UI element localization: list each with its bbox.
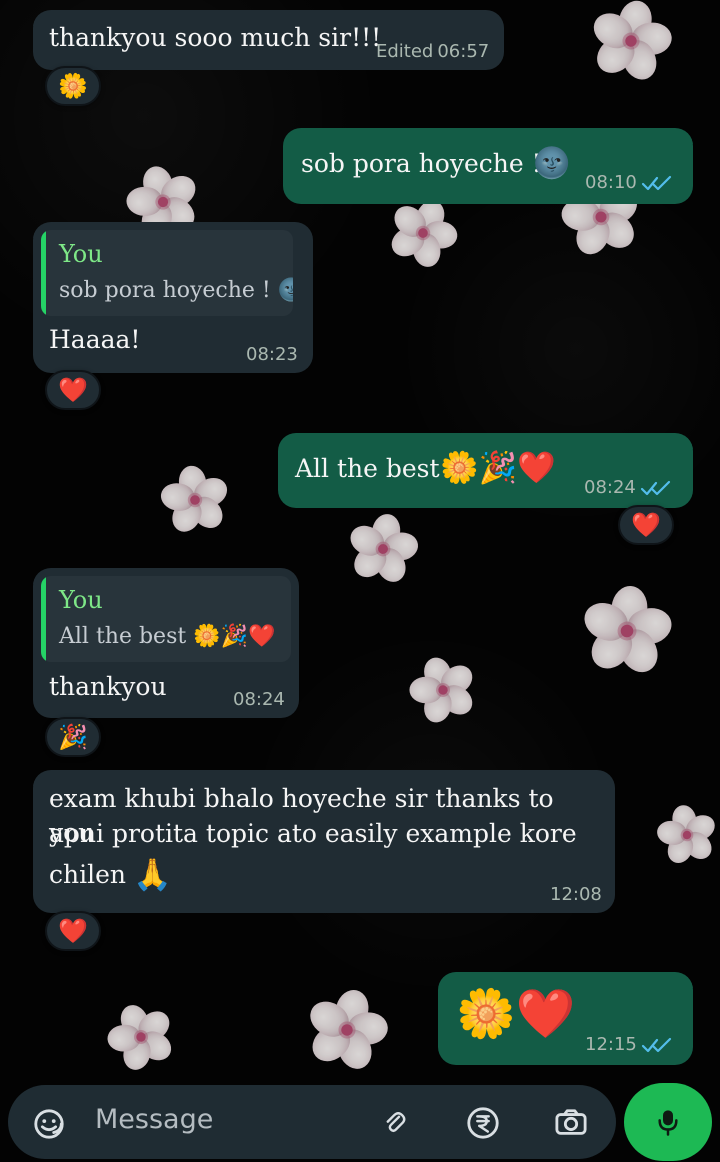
outgoing-message-bubble[interactable]: sob pora hoyeche ! 🌚 08:10	[283, 128, 693, 204]
outgoing-message-bubble[interactable]: 🌼❤️ 12:15	[438, 972, 693, 1065]
message-line: apni protita topic ato easily example ko…	[49, 819, 577, 848]
message-time: 08:24	[584, 477, 636, 498]
message-text: thankyou sooo much sir!!!	[49, 23, 382, 52]
message-text: Haaaa!	[49, 325, 141, 354]
message-meta: Edited 06:57	[376, 41, 489, 62]
double-check-icon	[641, 1037, 671, 1052]
reply-preview[interactable]: You All the best 🌼🎉❤️	[41, 576, 291, 662]
message-meta: 08:10	[585, 172, 673, 193]
message-line: chilen	[49, 860, 126, 889]
microphone-icon	[658, 1110, 678, 1136]
message-time: 08:24	[233, 689, 285, 710]
message-meta: 08:23	[246, 344, 298, 365]
wallpaper-flower	[340, 506, 425, 591]
reply-text: sob pora hoyeche ! 🌚	[59, 278, 293, 303]
new-moon-face-emoji-icon: 🌚	[533, 146, 571, 181]
wallpaper-flower	[295, 978, 399, 1082]
reply-message-text: sob pora hoyeche !	[59, 278, 271, 303]
message-reaction[interactable]: ❤️	[618, 505, 674, 545]
paperclip-icon[interactable]	[380, 1106, 410, 1142]
incoming-reply-bubble[interactable]: You sob pora hoyeche ! 🌚 Haaaa! 08:23	[33, 222, 313, 373]
message-time: 12:08	[550, 884, 602, 905]
message-meta: 08:24	[584, 477, 672, 498]
emoji-icon[interactable]	[31, 1106, 67, 1142]
incoming-message-bubble[interactable]: thankyou sooo much sir!!! Edited 06:57	[33, 10, 504, 70]
wallpaper-flower	[575, 579, 679, 683]
wallpaper-flower	[580, 0, 681, 92]
party-popper-emoji-icon: 🎉	[58, 723, 88, 751]
heart-emoji-icon: ❤️	[58, 917, 88, 945]
new-moon-face-emoji-icon: 🌚	[277, 278, 293, 303]
message-text: All the best	[295, 454, 440, 483]
camera-icon[interactable]	[552, 1106, 590, 1140]
edited-label: Edited	[376, 41, 434, 62]
message-time: 12:15	[585, 1034, 637, 1055]
message-input-placeholder[interactable]: Message	[95, 1104, 213, 1135]
message-meta: 12:15	[585, 1034, 673, 1055]
flower-emoji-icon: 🌼	[58, 72, 88, 100]
reply-author: You	[59, 240, 103, 268]
celebration-emojis-icon: 🌼🎉❤️	[440, 450, 556, 486]
reply-accent-bar	[41, 230, 46, 316]
message-reaction[interactable]: 🎉	[45, 717, 101, 757]
heart-emoji-icon: ❤️	[631, 511, 661, 539]
reply-author: You	[59, 586, 103, 614]
wallpaper-flower	[154, 459, 235, 540]
voice-message-button[interactable]	[624, 1083, 712, 1161]
double-check-icon	[641, 175, 671, 190]
wallpaper-flower	[399, 646, 487, 734]
reply-text: All the best 🌼🎉❤️	[59, 624, 275, 649]
message-meta: 12:08	[550, 884, 602, 905]
reply-preview[interactable]: You sob pora hoyeche ! 🌚	[41, 230, 293, 316]
message-meta: 08:24	[233, 689, 285, 710]
message-text: sob pora hoyeche !	[301, 149, 542, 178]
reply-accent-bar	[41, 576, 46, 662]
flower-and-heart-emojis-icon: 🌼❤️	[456, 986, 576, 1042]
wallpaper-flower	[95, 991, 186, 1082]
incoming-message-bubble[interactable]: exam khubi bhalo hoyeche sir thanks to y…	[33, 770, 615, 913]
reply-message-text: All the best	[59, 624, 187, 649]
message-time: 08:23	[246, 344, 298, 365]
double-check-icon	[640, 480, 670, 495]
message-reaction[interactable]: ❤️	[45, 911, 101, 951]
celebration-emojis-icon: 🌼🎉❤️	[193, 624, 276, 649]
message-reaction[interactable]: 🌼	[45, 66, 101, 106]
folded-hands-emoji-icon: 🙏	[133, 857, 172, 893]
wallpaper-flower	[651, 799, 720, 872]
rupee-icon[interactable]	[464, 1104, 502, 1142]
outgoing-message-bubble[interactable]: All the best 🌼🎉❤️ 08:24	[278, 433, 693, 508]
heart-emoji-icon: ❤️	[58, 376, 88, 404]
message-time: 08:10	[585, 172, 637, 193]
message-composer[interactable]: Message	[8, 1085, 616, 1159]
message-time: 06:57	[437, 41, 490, 62]
message-text: thankyou	[49, 672, 167, 701]
message-reaction[interactable]: ❤️	[45, 370, 101, 410]
incoming-reply-bubble[interactable]: You All the best 🌼🎉❤️ thankyou 08:24	[33, 568, 299, 718]
